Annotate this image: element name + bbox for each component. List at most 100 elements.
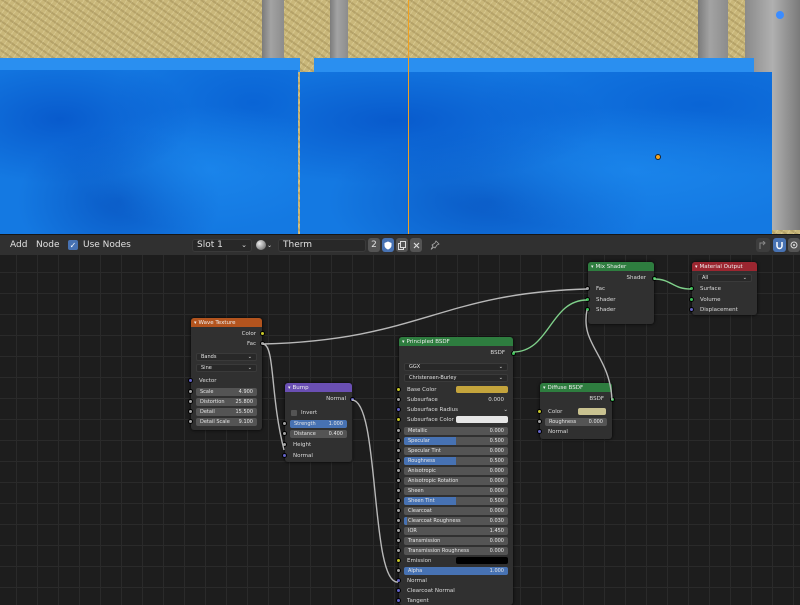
input-param-socket[interactable] xyxy=(396,478,401,483)
input-detail-socket[interactable] xyxy=(188,409,193,414)
input-distortion-socket[interactable] xyxy=(188,399,193,404)
param-field[interactable]: Specular 0.500 xyxy=(404,437,508,445)
diffuse-bsdf-node[interactable]: ▾ Diffuse BSDF BSDF Color Roughness 0.000… xyxy=(537,383,615,439)
material-browse-button[interactable]: ⌄ xyxy=(256,235,272,255)
input-detail-scale-socket[interactable] xyxy=(188,419,193,424)
input-subsurface-socket[interactable] xyxy=(396,397,401,402)
param-field[interactable]: Specular Tint 0.000 xyxy=(404,447,508,455)
alpha-field[interactable]: Alpha 1.000 xyxy=(404,567,508,575)
parent-node-tree-icon[interactable] xyxy=(756,235,770,255)
node-title[interactable]: ▾ Bump xyxy=(285,383,352,392)
invert-checkbox[interactable] xyxy=(291,410,297,416)
gizmo-dot[interactable] xyxy=(776,11,784,19)
input-shader2-socket[interactable] xyxy=(585,307,590,312)
node-title[interactable]: ▾ Wave Texture xyxy=(191,318,262,327)
fake-user-shield-icon[interactable] xyxy=(382,238,394,252)
input-normal-socket[interactable] xyxy=(282,453,287,458)
input-param-socket[interactable] xyxy=(396,528,401,533)
input-param-socket[interactable] xyxy=(396,468,401,473)
pin-icon[interactable] xyxy=(430,240,440,250)
user-count[interactable]: 2 xyxy=(368,238,380,252)
input-param-socket[interactable] xyxy=(396,488,401,493)
input-subsurface-radius-socket[interactable] xyxy=(396,407,401,412)
param-field[interactable]: Clearcoat Roughness 0.030 xyxy=(404,517,508,525)
input-vector-socket[interactable] xyxy=(188,378,193,383)
input-normal-socket[interactable] xyxy=(537,429,542,434)
wave-texture-node[interactable]: ▾ Wave Texture Color Fac Bands ⌄ Sine ⌄ Ve… xyxy=(188,318,265,430)
bump-node[interactable]: ▾ Bump Normal Invert Strength 1.000 Dista… xyxy=(282,383,355,462)
output-shader-socket[interactable] xyxy=(652,276,657,281)
param-field[interactable]: Anisotropic Rotation 0.000 xyxy=(404,477,508,485)
input-volume-socket[interactable] xyxy=(689,297,694,302)
input-param-socket[interactable] xyxy=(396,458,401,463)
input-surface-socket[interactable] xyxy=(689,286,694,291)
collapse-arrow-icon[interactable]: ▾ xyxy=(591,264,594,270)
output-fac-socket[interactable] xyxy=(260,341,265,346)
input-param-socket[interactable] xyxy=(396,438,401,443)
param-field[interactable]: Transmission Roughness 0.000 xyxy=(404,547,508,555)
input-height-socket[interactable] xyxy=(282,442,287,447)
input-normal-socket[interactable] xyxy=(396,578,401,583)
material-name-field[interactable]: Therm xyxy=(278,235,366,255)
input-fac-socket[interactable] xyxy=(585,286,590,291)
use-nodes-toggle[interactable]: ✓ Use Nodes xyxy=(68,235,131,255)
material-name-text[interactable]: Therm xyxy=(278,238,366,252)
chevron-down-icon[interactable]: ⌄ xyxy=(503,407,508,413)
param-field[interactable]: IOR 1.450 xyxy=(404,527,508,535)
output-color-socket[interactable] xyxy=(260,331,265,336)
emission-swatch[interactable] xyxy=(456,557,508,564)
input-displacement-socket[interactable] xyxy=(689,307,694,312)
collapse-arrow-icon[interactable]: ▾ xyxy=(543,385,546,391)
distance-field[interactable]: Distance 0.400 xyxy=(290,430,347,438)
input-param-socket[interactable] xyxy=(396,428,401,433)
input-base-color-socket[interactable] xyxy=(396,387,401,392)
diffuse-color-swatch[interactable] xyxy=(578,408,606,415)
distortion-field[interactable]: Distortion 25.800 xyxy=(196,398,257,406)
param-field[interactable]: Anisotropic 0.000 xyxy=(404,467,508,475)
input-clearcoat-normal-socket[interactable] xyxy=(396,588,401,593)
distribution-dropdown[interactable]: GGX ⌄ xyxy=(404,363,508,371)
output-bsdf-socket[interactable] xyxy=(610,397,615,402)
input-scale-socket[interactable] xyxy=(188,389,193,394)
duplicate-icon[interactable] xyxy=(396,238,408,252)
node-title[interactable]: ▾ Principled BSDF xyxy=(399,337,513,346)
input-emission-socket[interactable] xyxy=(396,558,401,563)
input-alpha-socket[interactable] xyxy=(396,568,401,573)
scale-field[interactable]: Scale 4.900 xyxy=(196,388,257,396)
snapping-icon[interactable] xyxy=(773,235,786,255)
collapse-arrow-icon[interactable]: ▾ xyxy=(288,385,291,391)
collapse-arrow-icon[interactable]: ▾ xyxy=(194,320,197,326)
node-title[interactable]: ▾ Mix Shader xyxy=(588,262,654,271)
collapse-arrow-icon[interactable]: ▾ xyxy=(695,264,698,270)
input-param-socket[interactable] xyxy=(396,508,401,513)
input-tangent-socket[interactable] xyxy=(396,598,401,603)
node-menu[interactable]: Node xyxy=(36,235,60,255)
output-bsdf-socket[interactable] xyxy=(511,351,516,356)
param-field[interactable]: Sheen Tint 0.500 xyxy=(404,497,508,505)
detail-field[interactable]: Detail 15.500 xyxy=(196,408,257,416)
node-title[interactable]: ▾ Diffuse BSDF xyxy=(540,383,612,392)
param-field[interactable]: Sheen 0.000 xyxy=(404,487,508,495)
param-field[interactable]: Metallic 0.000 xyxy=(404,427,508,435)
input-strength-socket[interactable] xyxy=(282,421,287,426)
principled-bsdf-node[interactable]: ▾ Principled BSDF BSDF GGX ⌄ Christensen-… xyxy=(396,337,516,605)
output-normal-socket[interactable] xyxy=(350,397,355,402)
detail-scale-field[interactable]: Detail Scale 9.100 xyxy=(196,418,257,426)
collapse-arrow-icon[interactable]: ▾ xyxy=(402,339,405,345)
3d-viewport[interactable] xyxy=(0,0,800,234)
node-editor-canvas[interactable]: ▾ Wave Texture Color Fac Bands ⌄ Sine ⌄ Ve… xyxy=(0,255,800,605)
input-param-socket[interactable] xyxy=(396,518,401,523)
input-shader1-socket[interactable] xyxy=(585,297,590,302)
output-target-dropdown[interactable]: All ⌄ xyxy=(697,274,752,282)
param-field[interactable]: Transmission 0.000 xyxy=(404,537,508,545)
input-param-socket[interactable] xyxy=(396,448,401,453)
close-icon[interactable] xyxy=(410,238,422,252)
input-subsurface-color-socket[interactable] xyxy=(396,417,401,422)
input-roughness-socket[interactable] xyxy=(537,419,542,424)
input-distance-socket[interactable] xyxy=(282,431,287,436)
snap-target-icon[interactable] xyxy=(788,235,800,255)
node-title[interactable]: ▾ Material Output xyxy=(692,262,757,271)
mix-shader-node[interactable]: ▾ Mix Shader Shader Fac Shader Shader xyxy=(585,262,657,324)
param-field[interactable]: Roughness 0.500 xyxy=(404,457,508,465)
checkbox-icon[interactable]: ✓ xyxy=(68,240,78,250)
